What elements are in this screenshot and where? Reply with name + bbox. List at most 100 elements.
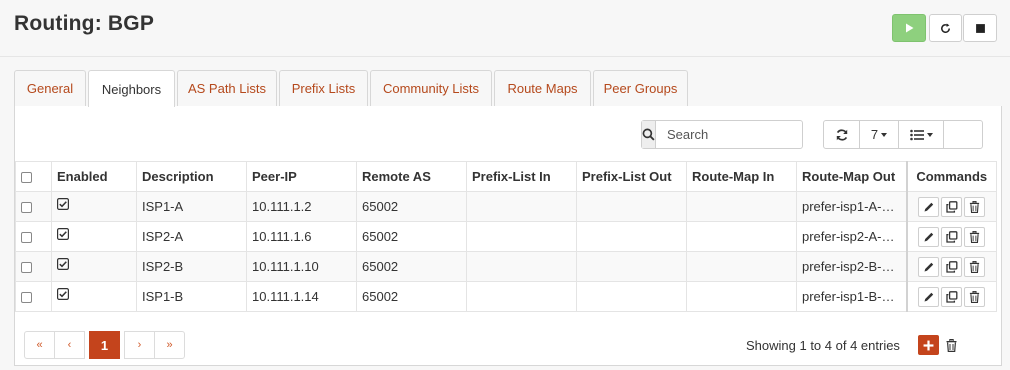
restart-icon bbox=[941, 22, 950, 33]
page-1-button[interactable]: 1 bbox=[89, 331, 120, 359]
prefix-list-out-cell bbox=[576, 191, 687, 222]
delete-button[interactable] bbox=[964, 226, 986, 247]
clone-icon bbox=[946, 290, 958, 303]
pencil-icon bbox=[924, 262, 933, 271]
prefix-list-in-cell bbox=[466, 221, 577, 252]
column-header-enabled[interactable]: Enabled bbox=[51, 161, 137, 192]
tab-prefix-lists[interactable]: Prefix Lists bbox=[279, 70, 368, 106]
delete-button[interactable] bbox=[964, 256, 986, 277]
clone-icon bbox=[946, 200, 958, 213]
edit-button[interactable] bbox=[918, 226, 940, 247]
enabled-cell bbox=[51, 191, 137, 222]
prefix-list-in-cell bbox=[466, 251, 577, 282]
row-select-cell bbox=[15, 281, 52, 312]
column-header-prefix-list-out[interactable]: Prefix-List Out bbox=[576, 161, 687, 192]
description-cell: ISP1-B bbox=[136, 281, 247, 312]
trash-icon bbox=[970, 290, 980, 303]
next-page-button[interactable]: › bbox=[124, 331, 155, 359]
list-icon bbox=[909, 129, 924, 140]
trash-icon bbox=[970, 200, 980, 213]
stop-service-button[interactable] bbox=[963, 14, 997, 42]
caret-down-icon bbox=[926, 132, 933, 137]
page-size-value: 7 bbox=[870, 127, 879, 142]
delete-button[interactable] bbox=[964, 196, 986, 217]
checkbox-checked-icon bbox=[57, 197, 69, 210]
pencil-icon bbox=[924, 202, 933, 211]
tab-as-path-lists[interactable]: AS Path Lists bbox=[177, 70, 277, 106]
last-page-button[interactable]: » bbox=[154, 331, 185, 359]
clone-button[interactable] bbox=[941, 256, 963, 277]
row-select-checkbox[interactable] bbox=[21, 232, 32, 244]
table-header-row: Enabled Description Peer-IP Remote AS Pr… bbox=[15, 161, 997, 192]
page-title: Routing: BGP bbox=[14, 12, 155, 35]
commands-cell bbox=[905, 251, 997, 282]
edit-button[interactable] bbox=[918, 196, 940, 217]
checkbox-checked-icon bbox=[57, 227, 69, 240]
page-size-dropdown[interactable]: 7 bbox=[859, 120, 899, 149]
column-header-commands: Commands bbox=[905, 161, 997, 192]
column-header-peer-ip[interactable]: Peer-IP bbox=[246, 161, 357, 192]
row-select-checkbox[interactable] bbox=[21, 202, 32, 214]
route-map-in-cell bbox=[686, 281, 797, 312]
delete-button[interactable] bbox=[964, 286, 986, 307]
search-box bbox=[641, 120, 843, 149]
route-map-out-cell: prefer-isp1-A-m... bbox=[796, 191, 907, 222]
tab-route-maps[interactable]: Route Maps bbox=[494, 70, 591, 106]
peer-ip-cell: 10.111.1.2 bbox=[246, 191, 357, 222]
toolbar-blank-button[interactable] bbox=[943, 120, 983, 149]
refresh-button[interactable] bbox=[823, 120, 860, 149]
table-row: ISP2-B 10.111.1.10 65002 prefer-isp2-B-m... bbox=[15, 251, 997, 282]
remote-as-cell: 65002 bbox=[356, 281, 467, 312]
prev-page-button[interactable]: ‹ bbox=[54, 331, 85, 359]
enabled-cell bbox=[51, 251, 137, 282]
pagination: « ‹ 1 › » bbox=[24, 331, 185, 359]
tab-bar: General Neighbors AS Path Lists Prefix L… bbox=[14, 70, 1002, 107]
route-map-in-cell bbox=[686, 191, 797, 222]
prefix-list-out-cell bbox=[576, 251, 687, 282]
edit-button[interactable] bbox=[918, 286, 940, 307]
search-icon bbox=[642, 128, 655, 141]
description-cell: ISP2-A bbox=[136, 221, 247, 252]
stop-icon bbox=[975, 23, 985, 33]
clone-icon bbox=[946, 260, 958, 273]
trash-icon bbox=[970, 230, 980, 243]
pencil-icon bbox=[924, 292, 933, 301]
add-button[interactable] bbox=[918, 335, 939, 355]
tab-community-lists[interactable]: Community Lists bbox=[370, 70, 492, 106]
column-header-route-map-in[interactable]: Route-Map In bbox=[686, 161, 797, 192]
first-page-button[interactable]: « bbox=[24, 331, 55, 359]
clone-button[interactable] bbox=[941, 226, 963, 247]
tab-general[interactable]: General bbox=[14, 70, 86, 106]
play-icon bbox=[906, 23, 914, 33]
restart-service-button[interactable] bbox=[929, 14, 962, 42]
delete-selected-button[interactable] bbox=[942, 335, 961, 355]
tab-peer-groups[interactable]: Peer Groups bbox=[593, 70, 688, 106]
tab-neighbors[interactable]: Neighbors bbox=[88, 70, 175, 107]
pencil-icon bbox=[924, 232, 933, 241]
column-header-remote-as[interactable]: Remote AS bbox=[356, 161, 467, 192]
select-all-cell bbox=[15, 161, 52, 192]
row-select-checkbox[interactable] bbox=[21, 292, 32, 304]
prefix-list-in-cell bbox=[466, 191, 577, 222]
row-select-checkbox[interactable] bbox=[21, 262, 32, 274]
table-row: ISP1-A 10.111.1.2 65002 prefer-isp1-A-m... bbox=[15, 191, 997, 222]
column-header-description[interactable]: Description bbox=[136, 161, 247, 192]
neighbors-table: Enabled Description Peer-IP Remote AS Pr… bbox=[15, 161, 997, 312]
select-all-checkbox[interactable] bbox=[21, 172, 32, 184]
enabled-cell bbox=[51, 221, 137, 252]
commands-cell bbox=[905, 281, 997, 312]
row-select-cell bbox=[15, 191, 52, 222]
route-map-out-cell: prefer-isp2-A-m... bbox=[796, 221, 907, 252]
search-input[interactable] bbox=[656, 121, 843, 148]
start-service-button[interactable] bbox=[892, 14, 926, 42]
header-divider bbox=[0, 56, 1010, 57]
edit-button[interactable] bbox=[918, 256, 940, 277]
columns-dropdown[interactable] bbox=[898, 120, 944, 149]
clone-button[interactable] bbox=[941, 196, 963, 217]
peer-ip-cell: 10.111.1.6 bbox=[246, 221, 357, 252]
clone-button[interactable] bbox=[941, 286, 963, 307]
column-header-prefix-list-in[interactable]: Prefix-List In bbox=[466, 161, 577, 192]
checkbox-checked-icon bbox=[57, 257, 69, 270]
column-header-route-map-out[interactable]: Route-Map Out bbox=[796, 161, 907, 192]
row-select-cell bbox=[15, 221, 52, 252]
